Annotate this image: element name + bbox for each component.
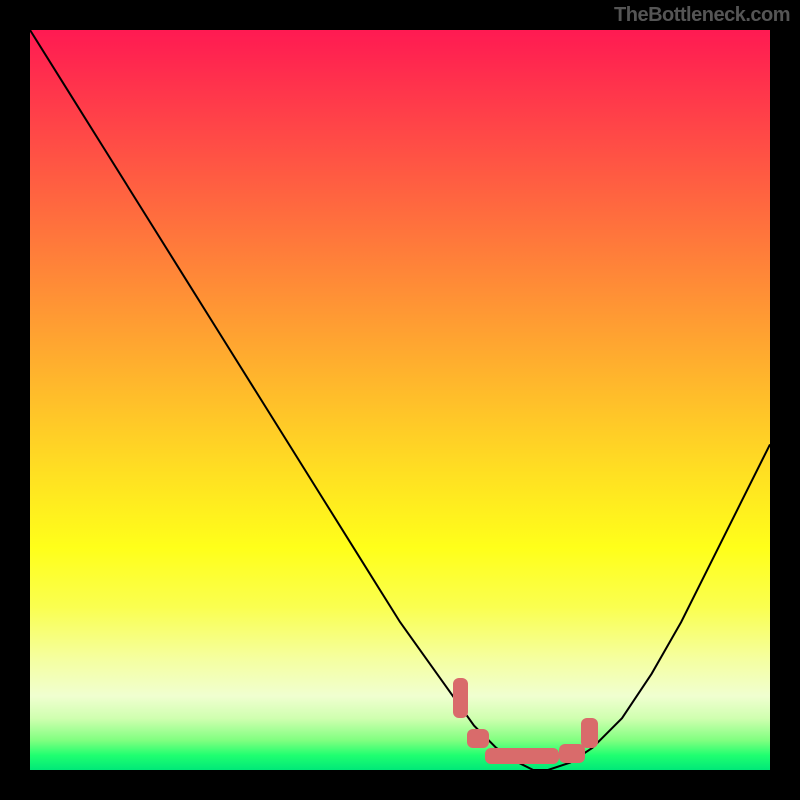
chart-plot-area bbox=[30, 30, 770, 770]
watermark-text: TheBottleneck.com bbox=[614, 4, 790, 27]
marker-blob bbox=[581, 718, 597, 748]
bottleneck-curve bbox=[30, 30, 770, 770]
marker-blob bbox=[467, 729, 489, 748]
marker-blob bbox=[485, 748, 559, 764]
marker-blob bbox=[453, 678, 468, 719]
marker-blob bbox=[559, 744, 585, 763]
